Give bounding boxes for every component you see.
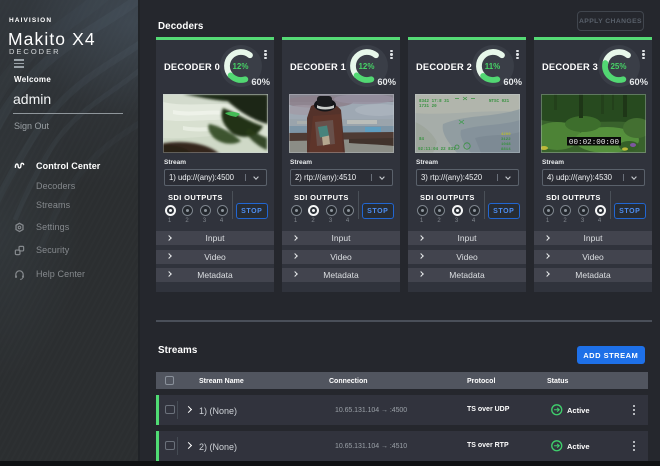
svg-text:00:02:00:00: 00:02:00:00 <box>568 139 619 147</box>
svg-text:8342 17:8 31: 8342 17:8 31 <box>419 100 450 104</box>
svg-text:8814: 8814 <box>501 148 511 152</box>
svg-text:02:11:04 22 831: 02:11:04 22 831 <box>418 148 456 152</box>
svg-text:3122: 3122 <box>501 138 511 142</box>
svg-text:NTSC 021: NTSC 021 <box>489 100 510 104</box>
svg-text:84: 84 <box>419 138 425 142</box>
svg-text:1731 20: 1731 20 <box>419 105 437 109</box>
svg-text:4200: 4200 <box>501 133 511 137</box>
svg-text:1048: 1048 <box>501 143 511 147</box>
